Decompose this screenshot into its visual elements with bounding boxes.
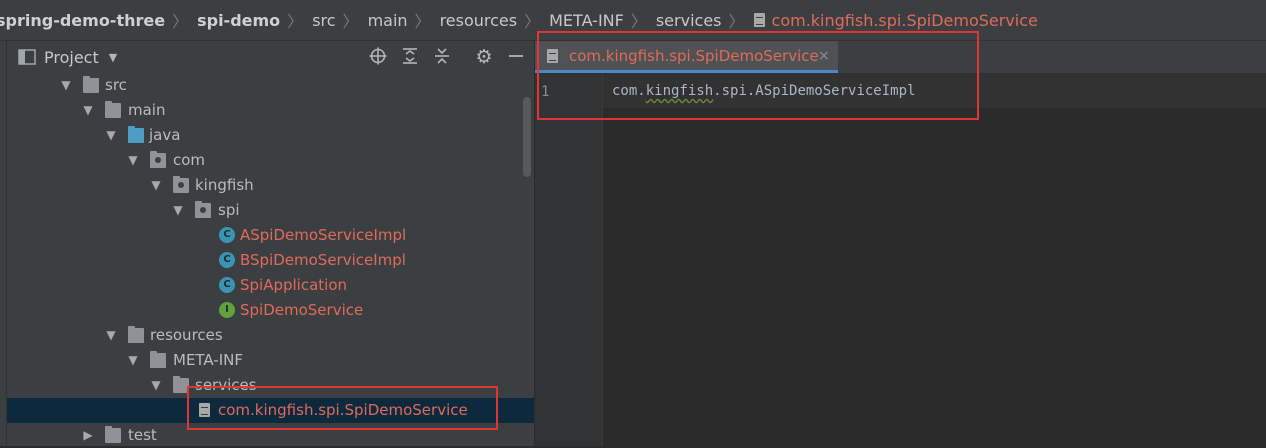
project-window-icon: [18, 49, 36, 65]
tree-node-label: BSpiDemoServiceImpl: [240, 251, 406, 269]
source-folder-icon: [128, 126, 144, 143]
gear-icon[interactable]: ⚙: [474, 47, 494, 67]
code-line[interactable]: com.kingfish.spi.ASpiDemoServiceImpl: [612, 83, 915, 99]
tree-scrollbar[interactable]: [523, 97, 531, 177]
interface-icon: I: [219, 302, 235, 318]
code-text-typo-word: kingfish: [645, 83, 714, 99]
tree-node-test[interactable]: ▶ test: [7, 423, 534, 448]
breadcrumb-item-resources[interactable]: resources: [440, 11, 518, 30]
editor-area: com.kingfish.spi.SpiDemoService × 1 com.…: [535, 41, 1266, 446]
tree-node-bspidemoserviceimpl[interactable]: C BSpiDemoServiceImpl: [7, 248, 534, 273]
folder-icon: [83, 76, 99, 93]
project-panel: Project ▼ ⚙ ▼ src ▼ main ▼ java ▼ com ▼ …: [7, 41, 534, 446]
package-icon: [195, 201, 211, 218]
collapse-all-icon[interactable]: [432, 47, 452, 67]
folder-icon: [105, 101, 121, 118]
tree-node-label: com.kingfish.spi.SpiDemoService: [218, 401, 468, 419]
package-icon: [173, 176, 189, 193]
line-number: 1: [541, 84, 550, 100]
project-panel-title[interactable]: Project: [44, 48, 99, 67]
tree-node-services[interactable]: ▼ services: [7, 373, 534, 398]
tree-node-label: com: [173, 151, 206, 169]
tree-node-spidemoservice[interactable]: I SpiDemoService: [7, 298, 534, 323]
chevron-down-icon[interactable]: ▼: [59, 73, 73, 98]
chevron-down-icon[interactable]: ▼: [126, 148, 140, 173]
chevron-down-icon[interactable]: ▼: [109, 51, 117, 64]
tree-node-src[interactable]: ▼ src: [7, 73, 534, 98]
breadcrumb-item-file[interactable]: com.kingfish.spi.SpiDemoService: [772, 11, 1038, 30]
active-tab-indicator: [535, 70, 838, 73]
line-number-gutter: 1: [535, 74, 603, 446]
breadcrumb-item-module[interactable]: spi-demo: [197, 11, 280, 30]
tree-node-kingfish[interactable]: ▼ kingfish: [7, 173, 534, 198]
close-icon[interactable]: ×: [818, 41, 830, 71]
runnable-class-icon: C: [219, 277, 235, 293]
tree-node-label: META-INF: [173, 351, 244, 369]
tree-node-label: services: [195, 376, 257, 394]
chevron-down-icon[interactable]: ▼: [104, 123, 118, 148]
tree-node-spiapplication[interactable]: C SpiApplication: [7, 273, 534, 298]
text-file-icon: [753, 12, 766, 28]
chevron-down-icon[interactable]: ▼: [171, 198, 185, 223]
tree-node-java[interactable]: ▼ java: [7, 123, 534, 148]
code-text-suffix: .spi.ASpiDemoServiceImpl: [713, 83, 916, 99]
breadcrumb-item-src[interactable]: src: [312, 11, 335, 30]
folder-icon: [105, 426, 121, 443]
breadcrumb: spring-demo-three 〉 spi-demo 〉 src 〉 mai…: [0, 0, 1266, 41]
chevron-down-icon[interactable]: ▼: [149, 373, 163, 398]
tree-node-label: java: [149, 126, 181, 144]
breadcrumb-separator: 〉: [728, 12, 745, 31]
chevron-down-icon[interactable]: ▼: [149, 173, 163, 198]
breadcrumb-item-services[interactable]: services: [656, 11, 722, 30]
tree-node-spidemoservice-file[interactable]: com.kingfish.spi.SpiDemoService: [7, 398, 534, 423]
tree-node-label: spi: [218, 201, 240, 219]
breadcrumb-separator: 〉: [414, 12, 431, 31]
folder-icon: [150, 351, 166, 368]
breadcrumb-item-meta-inf[interactable]: META-INF: [549, 11, 624, 30]
text-file-icon: [547, 49, 558, 63]
breadcrumb-item-main[interactable]: main: [368, 11, 408, 30]
text-file-icon: [199, 403, 210, 417]
class-icon: C: [219, 227, 235, 243]
locate-icon[interactable]: [368, 47, 388, 67]
folder-icon: [173, 376, 189, 393]
tree-node-main[interactable]: ▼ main: [7, 98, 534, 123]
project-panel-header: Project ▼ ⚙: [7, 41, 534, 73]
tree-node-label: resources: [150, 326, 223, 344]
class-icon: C: [219, 252, 235, 268]
breadcrumb-separator: 〉: [172, 12, 189, 31]
breadcrumb-separator: 〉: [524, 12, 541, 31]
tree-node-label: kingfish: [195, 176, 254, 194]
chevron-down-icon[interactable]: ▼: [104, 323, 118, 348]
expand-all-icon[interactable]: [400, 47, 420, 67]
tree-node-com[interactable]: ▼ com: [7, 148, 534, 173]
tree-node-label: SpiApplication: [240, 276, 348, 294]
tool-window-strip: [0, 41, 7, 446]
editor-tab-label: com.kingfish.spi.SpiDemoService: [569, 47, 819, 65]
tree-node-label: SpiDemoService: [240, 301, 364, 319]
editor-tab-spidemoservice[interactable]: com.kingfish.spi.SpiDemoService ×: [535, 41, 838, 73]
breadcrumb-separator: 〉: [342, 12, 359, 31]
minimize-icon[interactable]: [506, 47, 526, 67]
chevron-down-icon[interactable]: ▼: [126, 348, 140, 373]
chevron-down-icon[interactable]: ▼: [81, 98, 95, 123]
tree-node-spi[interactable]: ▼ spi: [7, 198, 534, 223]
resources-folder-icon: [128, 326, 144, 343]
tree-node-meta-inf[interactable]: ▼ META-INF: [7, 348, 534, 373]
editor-tab-bar: com.kingfish.spi.SpiDemoService ×: [535, 41, 1266, 74]
breadcrumb-separator: 〉: [287, 12, 304, 31]
breadcrumb-item-project[interactable]: spring-demo-three: [0, 11, 165, 30]
package-icon: [150, 151, 166, 168]
chevron-right-icon[interactable]: ▶: [81, 423, 95, 448]
tree-node-label: main: [128, 101, 166, 119]
tree-node-label: test: [128, 426, 157, 444]
tree-node-label: src: [105, 76, 127, 94]
tree-node-resources[interactable]: ▼ resources: [7, 323, 534, 348]
code-text-prefix: com.: [612, 83, 646, 99]
tree-node-label: ASpiDemoServiceImpl: [240, 226, 407, 244]
breadcrumb-separator: 〉: [630, 12, 647, 31]
tree-node-aspidemoserviceimpl[interactable]: C ASpiDemoServiceImpl: [7, 223, 534, 248]
